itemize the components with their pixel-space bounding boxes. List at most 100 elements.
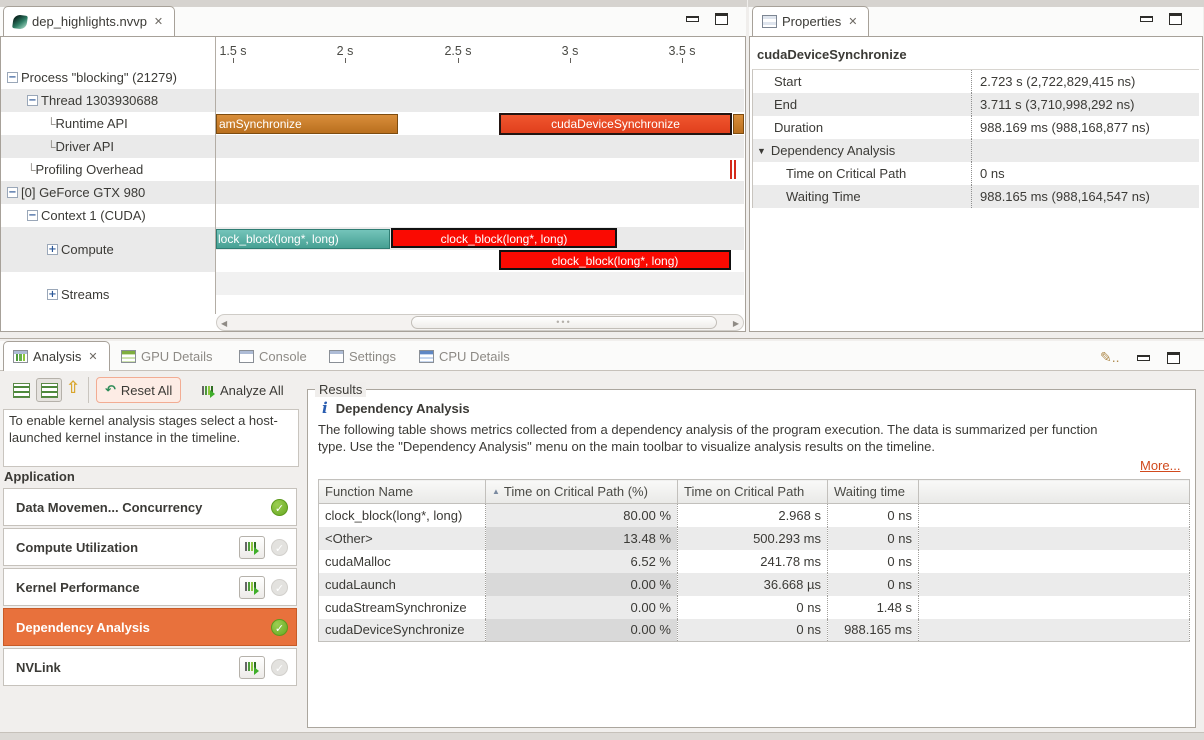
analysis-card-nvlink[interactable]: NVLink✓ (3, 648, 297, 686)
more-link[interactable]: More... (1140, 458, 1180, 473)
scroll-right-icon[interactable]: ▶ (733, 319, 739, 328)
tree-row-runtime-api[interactable]: └Runtime API (1, 112, 215, 135)
collapse-icon[interactable]: − (7, 187, 18, 198)
property-label: Waiting Time (753, 185, 972, 208)
tree-row-driver-api[interactable]: └Driver API (1, 135, 215, 158)
tree-row--0-geforce-gtx-980[interactable]: −[0] GeForce GTX 980 (1, 181, 215, 204)
results-row-cudadevicesynchronize[interactable]: cudaDeviceSynchronize0.00 %0 ns988.165 m… (319, 619, 1190, 642)
tree-row-compute[interactable]: +Compute (1, 227, 215, 272)
waiting-time-cell: 0 ns (828, 550, 919, 573)
timeline-hscroll-thumb[interactable]: ••• (411, 316, 717, 329)
column-header-time-on-critical-path-[interactable]: ▲Time on Critical Path (%) (486, 480, 678, 504)
column-header-waiting-time[interactable]: Waiting time (828, 480, 919, 504)
analysis-card-label: Compute Utilization (16, 540, 138, 555)
window-bottom-strip (0, 732, 1204, 740)
run-analysis-button[interactable] (239, 576, 265, 599)
tab-settings[interactable]: Settings (320, 341, 405, 371)
settings-icon (329, 350, 344, 363)
critical-path-pct-cell: 13.48 % (486, 527, 678, 550)
analysis-card-dependency-analysis[interactable]: Dependency Analysis✓ (3, 608, 297, 646)
critical-path-pct-cell: 0.00 % (486, 573, 678, 596)
up-arrow-icon[interactable]: ⇧ (66, 378, 80, 398)
check-complete-icon: ✓ (271, 619, 288, 636)
minimize-icon[interactable] (686, 16, 699, 22)
analysis-card-data-movemen-concurrency[interactable]: Data Movemen... Concurrency✓ (3, 488, 297, 526)
timeline-bar-cudadevicesynchronize-selected[interactable]: cudaDeviceSynchronize (499, 113, 732, 135)
property-value: 2.723 s (2,722,829,415 ns) (972, 74, 1135, 89)
view-menu-icon[interactable]: ✎.. (1100, 349, 1120, 366)
timeline-row (216, 66, 744, 89)
tree-row-profiling-overhead[interactable]: └Profiling Overhead (1, 158, 215, 181)
critical-path-time-cell: 2.968 s (678, 504, 828, 527)
timeline-row (216, 204, 744, 227)
analyze-all-button[interactable]: Analyze All (194, 377, 292, 403)
expand-all-button[interactable] (36, 378, 62, 402)
tree-row-label: Streams (61, 287, 109, 302)
maximize-icon[interactable] (1169, 13, 1182, 25)
timeline-bar-orange-tail[interactable] (733, 114, 744, 134)
reset-all-button[interactable]: ↶ Reset All (96, 377, 181, 403)
collapse-icon[interactable]: − (27, 210, 38, 221)
tab-analysis[interactable]: Analysis✕ (3, 341, 110, 371)
tree-row-context-1-cuda-[interactable]: −Context 1 (CUDA) (1, 204, 215, 227)
tab-console[interactable]: Console (230, 341, 316, 371)
tab-gpu-details[interactable]: GPU Details (112, 341, 222, 371)
expand-icon[interactable]: + (47, 244, 58, 255)
results-row-cudastreamsynchronize[interactable]: cudaStreamSynchronize0.00 %0 ns1.48 s (319, 596, 1190, 619)
profiling-overhead-marker[interactable] (730, 160, 732, 179)
timeline-bar-clock-block-2[interactable]: clock_block(long*, long) (499, 250, 731, 270)
minimize-icon[interactable] (1140, 16, 1153, 22)
card-controls: ✓ (239, 576, 288, 599)
column-header-time-on-critical-path[interactable]: Time on Critical Path (678, 480, 828, 504)
analysis-card-kernel-performance[interactable]: Kernel Performance ✓ (3, 568, 297, 606)
scroll-left-icon[interactable]: ◀ (221, 319, 227, 328)
application-section-label: Application (4, 469, 75, 484)
timeline-bar-clock-block-1[interactable]: clock_block(long*, long) (391, 228, 617, 248)
tree-row-thread-1303930688[interactable]: −Thread 1303930688 (1, 89, 215, 112)
tab-label: Settings (349, 349, 396, 364)
maximize-icon[interactable] (715, 13, 728, 25)
nvvp-file-icon (12, 14, 28, 30)
collapse-icon[interactable]: − (27, 95, 38, 106)
editor-window-buttons (686, 13, 728, 25)
critical-path-time-cell: 500.293 ms (678, 527, 828, 550)
editor-tab-close-icon[interactable]: ✕ (152, 14, 165, 29)
property-value: 3.711 s (3,710,998,292 ns) (972, 97, 1134, 112)
critical-path-pct-cell: 0.00 % (486, 596, 678, 619)
timeline-bar-cudastreamsynchronize[interactable]: amSynchronize (216, 114, 398, 134)
function-name-cell: cudaLaunch (319, 573, 486, 596)
tab-properties[interactable]: Properties ✕ (752, 6, 869, 36)
analysis-card-compute-utilization[interactable]: Compute Utilization ✓ (3, 528, 297, 566)
run-analysis-button[interactable] (239, 656, 265, 679)
profiling-overhead-marker[interactable] (734, 160, 736, 179)
maximize-icon[interactable] (1167, 352, 1180, 364)
function-name-cell: clock_block(long*, long) (319, 504, 486, 527)
analysis-card-label: Kernel Performance (16, 580, 140, 595)
results-row-clock-block-long-long-[interactable]: clock_block(long*, long)80.00 %2.968 s0 … (319, 504, 1190, 527)
results-heading-row: i Dependency Analysis (322, 401, 470, 416)
results-row-cudalaunch[interactable]: cudaLaunch0.00 %36.668 µs0 ns (319, 573, 1190, 596)
timeline-bar-clock-block-teal[interactable]: lock_block(long*, long) (216, 229, 390, 249)
minimize-icon[interactable] (1137, 355, 1150, 361)
tree-row-streams[interactable]: +Streams (1, 272, 215, 317)
list-collapse-icon (13, 383, 30, 398)
column-header-function-name[interactable]: Function Name (319, 480, 486, 504)
results-table-wrap: Function Name▲Time on Critical Path (%)T… (318, 479, 1190, 642)
undo-icon: ↶ (105, 382, 116, 398)
analyze-chart-icon (202, 385, 215, 396)
cpu-details-icon (419, 350, 434, 363)
tab-cpu-details[interactable]: CPU Details (410, 341, 519, 371)
collapse-icon[interactable]: − (7, 72, 18, 83)
run-analysis-button[interactable] (239, 536, 265, 559)
properties-tab-close-icon[interactable]: ✕ (846, 14, 859, 29)
expander-icon[interactable]: ▼ (757, 146, 766, 156)
tab-close-icon[interactable]: ✕ (86, 349, 99, 364)
results-row-cudamalloc[interactable]: cudaMalloc6.52 %241.78 ms0 ns (319, 550, 1190, 573)
expand-icon[interactable]: + (47, 289, 58, 300)
card-controls: ✓ (239, 536, 288, 559)
timeline-hscrollbar[interactable]: ◀ ▶ ••• (216, 314, 744, 331)
collapse-all-button[interactable] (8, 378, 34, 402)
tree-row-process-blocking-21279-[interactable]: −Process "blocking" (21279) (1, 66, 215, 89)
results-row--other-[interactable]: <Other>13.48 %500.293 ms0 ns (319, 527, 1190, 550)
tab-dep-highlights[interactable]: dep_highlights.nvvp ✕ (3, 6, 175, 36)
